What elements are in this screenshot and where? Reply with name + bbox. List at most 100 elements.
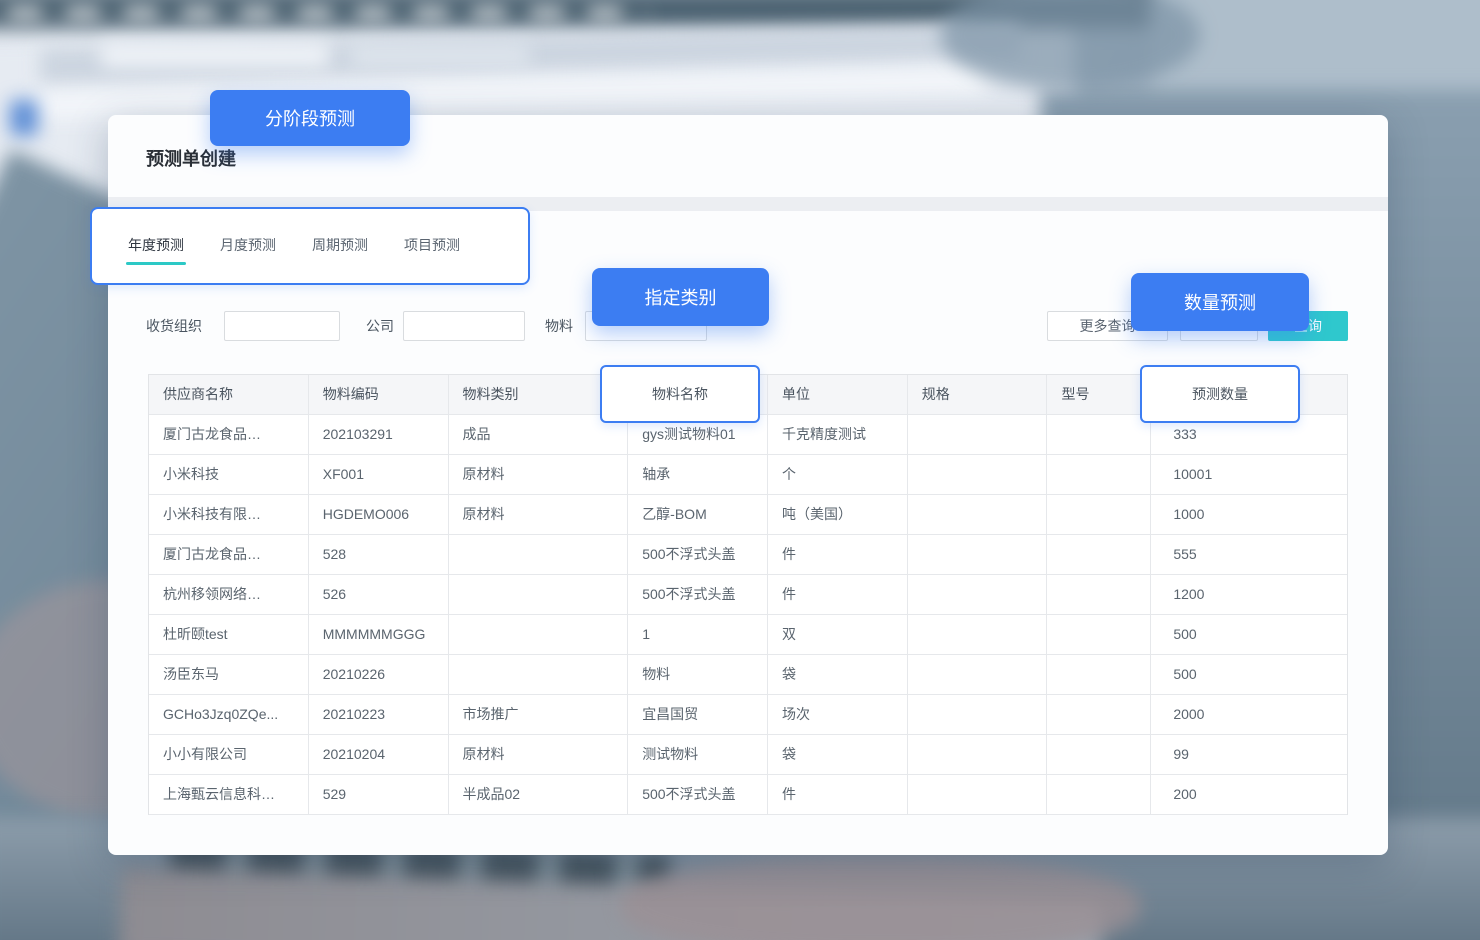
table-row[interactable]: 小小有限公司20210204原材料测试物料袋99 [149,735,1347,775]
table-cell: 99 [1151,735,1347,774]
table-cell: 500不浮式头盖 [628,575,768,614]
bg-desk-warm-patch [620,856,1140,940]
table-cell: 500 [1151,615,1347,654]
bg-document-icon [10,100,38,136]
table-cell: 袋 [768,655,908,694]
table-cell [1047,535,1151,574]
table-cell [908,495,1048,534]
tab-0[interactable]: 年度预测 [128,235,184,265]
table-cell [449,615,629,654]
page-title: 预测单创建 [146,145,236,171]
table-cell: 500不浮式头盖 [628,775,768,814]
table-cell: 555 [1151,535,1347,574]
material-name-highlight-box: 物料名称 [600,365,760,423]
table-cell: 小米科技有限… [149,495,309,534]
table-cell: 吨（美国） [768,495,908,534]
table-cell: 202103291 [309,415,449,454]
table-cell [908,535,1048,574]
table-cell: 20210223 [309,695,449,734]
table-cell: 杭州移领网络… [149,575,309,614]
table-cell: 10001 [1151,455,1347,494]
table-cell [908,575,1048,614]
forecast-table: 供应商名称物料编码物料类别单位规格型号 厦门古龙食品…202103291成品gy… [148,374,1348,815]
table-cell [908,415,1048,454]
phased-forecast-callout: 分阶段预测 [210,90,410,146]
table-cell: 上海甄云信息科… [149,775,309,814]
receiving-org-input[interactable] [224,311,340,341]
table-row[interactable]: 杜昕颐testMMMMMMGGG 1双 500 [149,615,1347,655]
header-cell-1: 物料编码 [309,375,449,414]
table-cell: 500 [1151,655,1347,694]
table-row[interactable]: 小米科技有限…HGDEMO006原材料乙醇-BOM吨（美国）1000 [149,495,1347,535]
table-cell: 个 [768,455,908,494]
bg-browser-tab [100,42,330,68]
table-cell: 场次 [768,695,908,734]
material-name-header: 物料名称 [652,384,708,404]
table-cell [1047,655,1151,694]
table-cell: 市场推广 [449,695,629,734]
table-cell [908,655,1048,694]
table-cell: 20210204 [309,735,449,774]
table-cell: 原材料 [449,735,629,774]
table-cell: XF001 [309,455,449,494]
table-cell: 双 [768,615,908,654]
table-cell [1047,415,1151,454]
table-row[interactable]: 杭州移领网络…526 500不浮式头盖件 1200 [149,575,1347,615]
company-label: 公司 [366,311,394,341]
tab-2[interactable]: 周期预测 [312,235,368,265]
table-cell: 宜昌国贸 [628,695,768,734]
table-cell: 杜昕颐test [149,615,309,654]
table-row[interactable]: GCHo3Jzq0ZQe...20210223市场推广宜昌国贸场次2000 [149,695,1347,735]
table-row[interactable]: 小米科技XF001原材料轴承个 10001 [149,455,1347,495]
specify-category-callout: 指定类别 [592,268,769,326]
tab-1[interactable]: 月度预测 [220,235,276,265]
table-cell: 件 [768,575,908,614]
bg-menu-items-blur [8,7,648,19]
table-cell [908,775,1048,814]
table-cell [1047,575,1151,614]
table-cell: 原材料 [449,455,629,494]
tabs-highlight-box: 年度预测 月度预测 周期预测 项目预测 [90,207,530,285]
table-cell: 乙醇-BOM [628,495,768,534]
header-cell-6: 型号 [1047,375,1151,414]
table-cell: 厦门古龙食品… [149,535,309,574]
screenshot-root: 预测单创建 年度预测月度预测周期预测项目预测 收货组织 公司 物料 更多查询 查… [0,0,1480,940]
table-cell [449,655,629,694]
table-body: 厦门古龙食品…202103291成品gys测试物料01千克精度测试333小米科技… [149,415,1347,815]
table-cell: 千克精度测试 [768,415,908,454]
receiving-org-label: 收货组织 [146,311,202,341]
table-cell [1047,695,1151,734]
table-cell [449,535,629,574]
quantity-forecast-callout: 数量预测 [1131,273,1309,331]
table-cell [908,455,1048,494]
table-cell: 轴承 [628,455,768,494]
table-cell [1047,615,1151,654]
table-cell: MMMMMMGGG [309,615,449,654]
table-cell: 500不浮式头盖 [628,535,768,574]
table-cell: 526 [309,575,449,614]
table-row[interactable]: 上海甄云信息科…529半成品02500不浮式头盖件200 [149,775,1347,815]
company-input[interactable] [403,311,525,341]
table-cell: 528 [309,535,449,574]
table-row[interactable]: 厦门古龙食品…528 500不浮式头盖件 555 [149,535,1347,575]
table-cell: 20210226 [309,655,449,694]
material-label: 物料 [545,311,573,341]
table-cell: 1200 [1151,575,1347,614]
table-cell [1047,775,1151,814]
table-row[interactable]: 汤臣东马20210226物料袋500 [149,655,1347,695]
table-cell: 小小有限公司 [149,735,309,774]
table-cell: 1 [628,615,768,654]
table-cell: 小米科技 [149,455,309,494]
bg-browser-tab-2 [350,44,530,68]
tab-3[interactable]: 项目预测 [404,235,460,265]
table-cell [908,735,1048,774]
header-cell-0: 供应商名称 [149,375,309,414]
table-cell: 200 [1151,775,1347,814]
table-cell: 厦门古龙食品… [149,415,309,454]
table-cell [908,695,1048,734]
table-cell: HGDEMO006 [309,495,449,534]
table-cell: 测试物料 [628,735,768,774]
table-cell: 汤臣东马 [149,655,309,694]
table-cell: 件 [768,535,908,574]
table-cell [908,615,1048,654]
